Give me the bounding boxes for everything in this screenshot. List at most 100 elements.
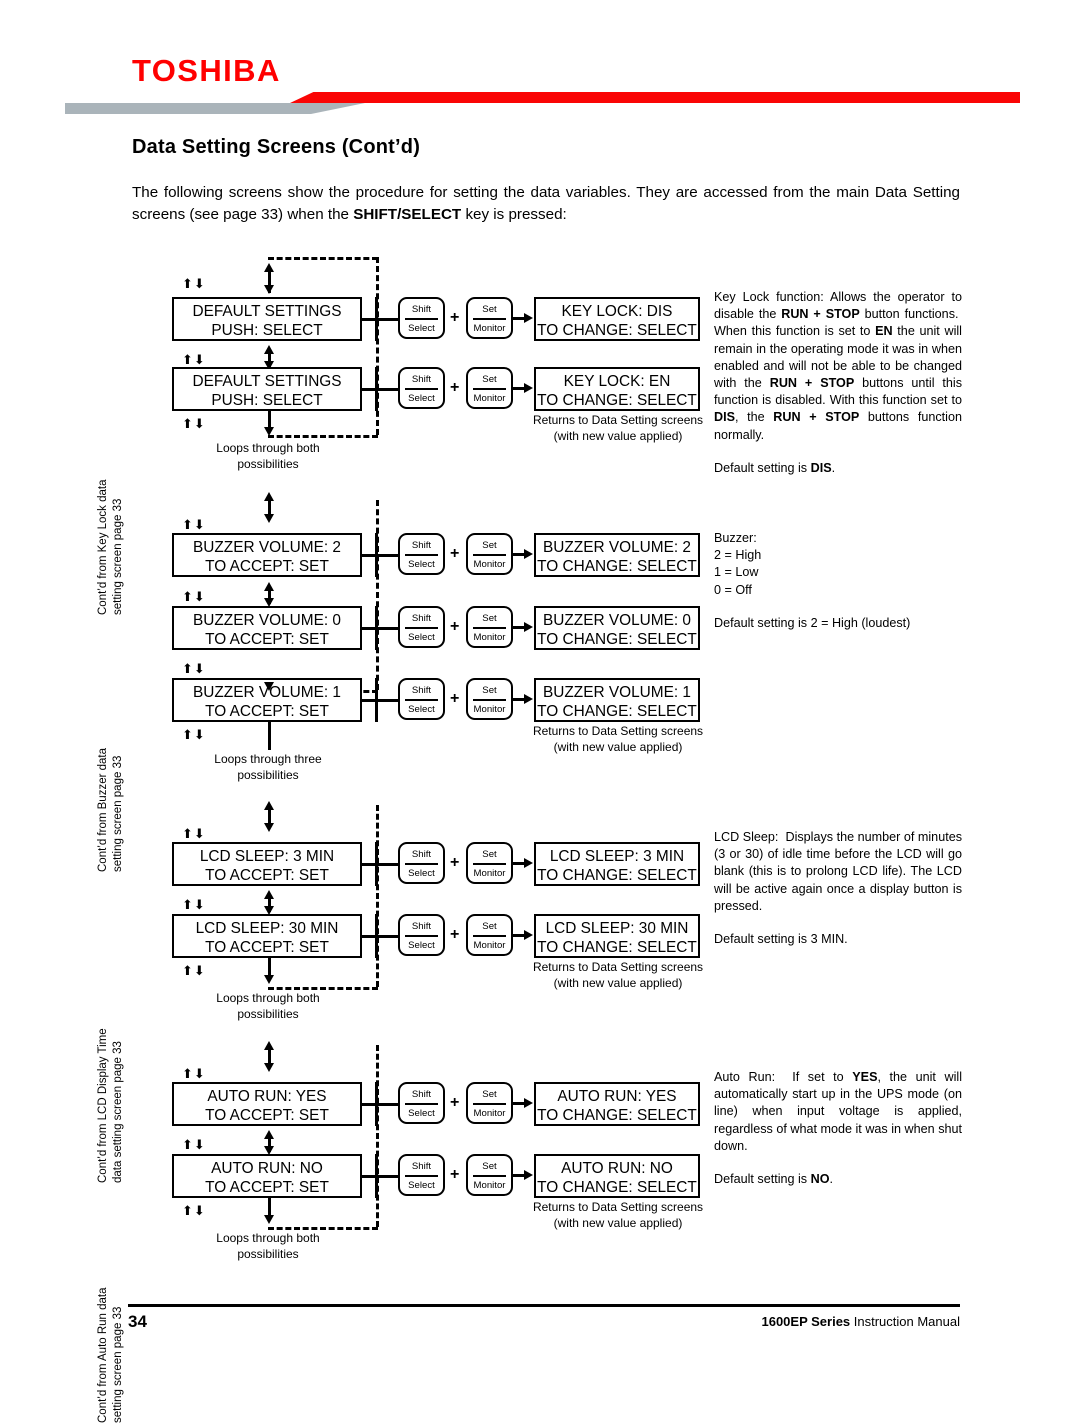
set-monitor-key[interactable]: Set Monitor xyxy=(466,914,513,956)
lcd-line-2: TO ACCEPT: SET xyxy=(205,939,329,956)
lcd-line-2: TO CHANGE: SELECT xyxy=(537,322,697,339)
up-arrow-icon: ⬆ xyxy=(182,661,194,676)
loop-arrow-down-icon xyxy=(264,975,274,984)
set-monitor-key[interactable]: Set Monitor xyxy=(466,842,513,884)
lcd-screen-right: BUZZER VOLUME: 2 TO CHANGE: SELECT xyxy=(534,533,700,577)
set-monitor-key[interactable]: Set Monitor xyxy=(466,678,513,720)
row-connector xyxy=(362,318,398,321)
shift-select-key[interactable]: Shift Select xyxy=(398,842,445,884)
key-top-label: Set xyxy=(482,849,497,860)
key-top-label: Set xyxy=(482,540,497,551)
key-top-label: Shift xyxy=(411,613,432,624)
down-arrow-icon: ⬇ xyxy=(193,661,206,676)
footer-manual-series: 1600EP Series xyxy=(761,1314,851,1329)
lcd-line-1: LCD SLEEP: 30 MIN xyxy=(195,920,339,937)
key-bottom-label: Monitor xyxy=(473,939,506,951)
key-bottom-label: Monitor xyxy=(473,322,506,334)
set-monitor-key[interactable]: Set Monitor xyxy=(466,1154,513,1196)
lcd-line-2: TO CHANGE: SELECT xyxy=(537,558,697,575)
lcd-line-2: PUSH: SELECT xyxy=(211,392,323,409)
returns-caption-line-1: Returns to Data Setting screens xyxy=(532,960,704,974)
description-default: Default setting is 3 MIN. xyxy=(714,932,848,947)
lcd-line-2: TO ACCEPT: SET xyxy=(205,1107,329,1124)
lcd-screen-right: AUTO RUN: NO TO CHANGE: SELECT xyxy=(534,1154,700,1198)
result-arrow-icon xyxy=(524,622,533,632)
up-arrow-icon: ⬆ xyxy=(182,416,194,431)
key-bottom-label: Monitor xyxy=(473,703,506,715)
down-arrow-icon: ⬇ xyxy=(193,963,206,978)
shift-select-key[interactable]: Shift Select xyxy=(398,606,445,648)
down-arrow-icon: ⬇ xyxy=(193,589,206,604)
result-arrow-icon xyxy=(524,858,533,868)
side-label-line-1: Cont’d from Buzzer data xyxy=(97,747,109,872)
up-down-arrow-pair: ⬆⬇ xyxy=(182,1204,206,1217)
set-monitor-key[interactable]: Set Monitor xyxy=(466,367,513,409)
shift-select-key[interactable]: Shift Select xyxy=(398,297,445,339)
shift-select-key[interactable]: Shift Select xyxy=(398,914,445,956)
down-arrow-icon: ⬇ xyxy=(193,826,206,841)
loop-caption-line-2: possibilities xyxy=(237,456,299,471)
lcd-line-1: LCD SLEEP: 30 MIN xyxy=(545,920,689,937)
lcd-screen-right: KEY LOCK: EN TO CHANGE: SELECT xyxy=(534,367,700,411)
result-arrow-icon xyxy=(524,694,533,704)
shift-select-key[interactable]: Shift Select xyxy=(398,533,445,575)
plus-icon: + xyxy=(450,690,460,707)
set-monitor-key[interactable]: Set Monitor xyxy=(466,297,513,339)
side-label-key-lock: Cont’d from Key Lock data setting screen… xyxy=(96,415,126,615)
loop-arrow-down-icon xyxy=(264,427,274,436)
intro-shift-select-key: SHIFT/SELECT xyxy=(353,205,462,223)
description-buzzer: Buzzer: 2 = High 1 = Low 0 = Off Default… xyxy=(714,530,962,632)
set-monitor-key[interactable]: Set Monitor xyxy=(466,533,513,575)
loop-arrow-down-icon xyxy=(264,1215,274,1224)
up-arrow-icon: ⬆ xyxy=(182,517,194,532)
up-arrow-icon: ⬆ xyxy=(182,1203,194,1218)
lcd-line-1: AUTO RUN: YES xyxy=(557,1088,677,1105)
buzzer-legend-line-1: 2 = High xyxy=(714,548,762,563)
up-arrow-icon: ⬆ xyxy=(182,897,194,912)
shift-select-key[interactable]: Shift Select xyxy=(398,678,445,720)
lcd-line-2: TO CHANGE: SELECT xyxy=(537,1107,697,1124)
plus-icon: + xyxy=(450,1166,460,1183)
returns-caption: Returns to Data Setting screens (with ne… xyxy=(518,960,718,991)
loop-caption-line-1: Loops through three xyxy=(214,752,322,766)
side-label-line-2: setting screen page 33 xyxy=(112,1306,124,1423)
lcd-screen-right: KEY LOCK: DIS TO CHANGE: SELECT xyxy=(534,297,700,341)
up-arrow-icon: ⬆ xyxy=(182,727,194,742)
intro-paragraph: The following screens show the procedure… xyxy=(132,182,960,225)
lcd-line-1: LCD SLEEP: 3 MIN xyxy=(549,848,685,865)
description-body: Auto Run: If set to YES, the unit will a… xyxy=(714,1070,962,1153)
down-arrow-icon: ⬇ xyxy=(193,1203,206,1218)
result-arrow-icon xyxy=(524,549,533,559)
key-top-label: Shift xyxy=(411,1161,432,1172)
loop-caption: Loops through both possibilities xyxy=(178,991,358,1022)
shift-select-key[interactable]: Shift Select xyxy=(398,1154,445,1196)
side-label-line-1: Cont’d from LCD Display Time xyxy=(97,1028,109,1183)
returns-caption-line-2: (with new value applied) xyxy=(553,428,683,443)
down-arrow-icon: ⬇ xyxy=(193,416,206,431)
shift-select-key[interactable]: Shift Select xyxy=(398,367,445,409)
key-top-label: Shift xyxy=(411,849,432,860)
lcd-screen-right: AUTO RUN: YES TO CHANGE: SELECT xyxy=(534,1082,700,1126)
returns-caption: Returns to Data Setting screens (with ne… xyxy=(518,1200,718,1231)
lcd-screen-left: BUZZER VOLUME: 0 TO ACCEPT: SET xyxy=(172,606,362,650)
returns-caption-line-1: Returns to Data Setting screens xyxy=(532,724,704,738)
key-top-label: Set xyxy=(482,374,497,385)
side-label-auto-run: Cont’d from Auto Run data setting screen… xyxy=(96,1223,126,1423)
up-down-arrow-pair: ⬆⬇ xyxy=(182,1067,206,1080)
loop-caption: Loops through three possibilities xyxy=(178,752,358,783)
loop-arrow-down-icon xyxy=(264,285,274,294)
plus-icon: + xyxy=(450,309,460,326)
key-top-label: Shift xyxy=(411,685,432,696)
loop-dash-bottom xyxy=(268,1227,378,1230)
shift-select-key[interactable]: Shift Select xyxy=(398,1082,445,1124)
lcd-line-2: TO CHANGE: SELECT xyxy=(537,867,697,884)
set-monitor-key[interactable]: Set Monitor xyxy=(466,1082,513,1124)
description-default: Default setting is NO. xyxy=(714,1172,833,1187)
loop-dash-right xyxy=(376,805,379,987)
key-bottom-label: Monitor xyxy=(473,631,506,643)
toshiba-logo: TOSHIBA xyxy=(132,53,281,88)
set-monitor-key[interactable]: Set Monitor xyxy=(466,606,513,648)
result-arrow-icon xyxy=(524,383,533,393)
lcd-screen-right: BUZZER VOLUME: 1 TO CHANGE: SELECT xyxy=(534,678,700,722)
description-default: Default setting is 2 = High (loudest) xyxy=(714,615,911,630)
